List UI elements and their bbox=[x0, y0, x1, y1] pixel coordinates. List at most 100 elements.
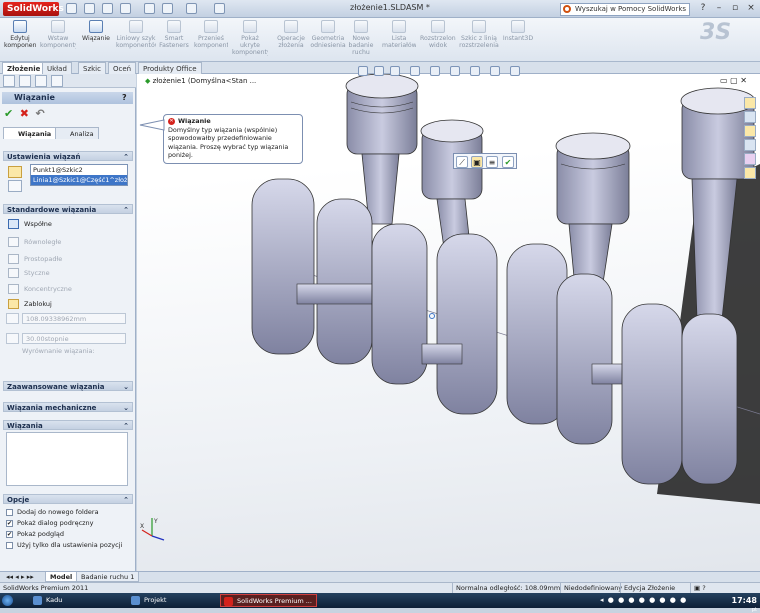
ribbon-button[interactable]: Pokaż ukryte komponenty bbox=[232, 20, 268, 60]
ribbon-button[interactable]: Geometria odniesienia bbox=[310, 20, 346, 60]
home-icon[interactable] bbox=[744, 97, 756, 109]
cancel-button[interactable]: ✖ bbox=[20, 107, 29, 120]
ribbon-button[interactable]: Szkic z linią rozstrzelenia bbox=[458, 20, 500, 60]
appearances-icon[interactable] bbox=[744, 153, 756, 165]
section-selections[interactable]: Ustawienia wiązań ⌃ bbox=[3, 151, 133, 161]
scene-icon[interactable] bbox=[510, 66, 520, 76]
solidworks-logo[interactable]: SolidWorks bbox=[3, 2, 64, 16]
mate-parallel[interactable]: Równoległe bbox=[6, 235, 61, 249]
ribbon-button[interactable]: Lista materiałów bbox=[382, 20, 416, 60]
feature-tree-icon[interactable] bbox=[3, 75, 15, 87]
maximize-button[interactable]: ▫ bbox=[728, 3, 742, 15]
zoom-fit-icon[interactable] bbox=[358, 66, 368, 76]
library-icon[interactable] bbox=[744, 111, 756, 123]
angle-field[interactable]: 30.00stopnie bbox=[22, 333, 126, 344]
tab-motion-study[interactable]: Badanie ruchu 1 bbox=[76, 572, 140, 582]
previous-view-icon[interactable] bbox=[390, 66, 400, 76]
crank-throw-1[interactable] bbox=[251, 178, 373, 365]
mate-coincident[interactable]: Współne bbox=[6, 217, 52, 231]
section-mechanical-mates[interactable]: Wiązania mechaniczne ⌄ bbox=[3, 402, 133, 412]
ribbon-button[interactable]: Edytuj komponent bbox=[4, 20, 36, 60]
mate-perpendicular[interactable]: Prostopadłe bbox=[6, 252, 62, 266]
crank-throw-3[interactable] bbox=[506, 243, 633, 445]
custom-properties-icon[interactable] bbox=[744, 167, 756, 179]
breadcrumb[interactable]: ◆ złożenie1 (Domyślna<Stan ... bbox=[145, 77, 256, 85]
configuration-icon[interactable] bbox=[35, 75, 47, 87]
file-explorer-icon[interactable] bbox=[744, 125, 756, 137]
clock[interactable]: 17:48 pt bbox=[732, 593, 757, 613]
ribbon-button[interactable]: Instant3D bbox=[502, 20, 534, 60]
save-icon[interactable] bbox=[144, 3, 155, 14]
coincident-icon[interactable]: ⟋ bbox=[456, 156, 468, 168]
ribbon-button[interactable]: Smart Fasteners bbox=[158, 20, 190, 60]
checkbox[interactable] bbox=[6, 542, 13, 549]
taskbar-item-solidworks[interactable]: SolidWorks Premium ... bbox=[220, 594, 317, 607]
undo-icon[interactable] bbox=[120, 3, 131, 14]
checkbox[interactable]: ✔ bbox=[6, 520, 13, 527]
tab-2[interactable]: Szkic bbox=[78, 62, 106, 74]
mate-tangent[interactable]: Styczne bbox=[6, 266, 50, 280]
mates-list[interactable] bbox=[6, 432, 128, 486]
taskbar-item-project[interactable]: Projekt bbox=[128, 594, 166, 607]
tab-4[interactable]: Produkty Office bbox=[138, 62, 202, 74]
print-icon[interactable] bbox=[102, 3, 113, 14]
mate-concentric[interactable]: Koncentryczne bbox=[6, 282, 72, 296]
start-button[interactable] bbox=[2, 595, 13, 606]
option-add-to-folder[interactable]: Dodaj do nowego foldera bbox=[6, 507, 99, 518]
tab-0[interactable]: Złożenie bbox=[2, 62, 46, 74]
tab-analysis[interactable]: Analiza bbox=[55, 127, 99, 139]
undo-icon[interactable]: ↶ bbox=[36, 107, 45, 120]
section-view-icon[interactable] bbox=[410, 66, 420, 76]
ribbon-button[interactable]: Nowe badanie ruchu bbox=[346, 20, 376, 60]
mate-lock[interactable]: Zablokuj bbox=[6, 297, 52, 311]
ribbon-button[interactable]: Liniowy szyk komponentów bbox=[116, 20, 156, 60]
ok-icon[interactable]: ✔ bbox=[502, 156, 514, 168]
option-show-preview[interactable]: ✔ Pokaż podgląd bbox=[6, 529, 64, 540]
help-icon[interactable]: ? bbox=[696, 3, 710, 15]
zoom-area-icon[interactable] bbox=[374, 66, 384, 76]
tab-model[interactable]: Model bbox=[45, 572, 78, 582]
search-input[interactable]: Wyszukaj w Pomocy SolidWorks bbox=[560, 3, 690, 16]
section-mates[interactable]: Wiązania ⌃ bbox=[3, 420, 133, 430]
search-results-icon[interactable] bbox=[744, 139, 756, 151]
rebuild-icon[interactable] bbox=[162, 3, 173, 14]
display-style-icon[interactable] bbox=[450, 66, 460, 76]
tab-scroll-arrows[interactable]: ◂◂ ◂ ▸ ▸▸ bbox=[6, 573, 34, 581]
new-icon[interactable] bbox=[66, 3, 77, 14]
system-tray[interactable]: ◂ ● ● ● ● ● ● ● ● bbox=[600, 595, 720, 606]
close-button[interactable]: × bbox=[744, 3, 758, 15]
ribbon-button[interactable]: Rozstrzelony widok bbox=[420, 20, 456, 60]
distance-field[interactable]: 108.09338962mm bbox=[22, 313, 126, 324]
list-item[interactable]: Linia1@Szkic1@Część1^złożeni bbox=[31, 175, 127, 185]
appearance-icon[interactable] bbox=[490, 66, 500, 76]
help-button[interactable]: ? bbox=[122, 93, 127, 102]
minimize-button[interactable]: – bbox=[712, 3, 726, 15]
open-icon[interactable] bbox=[84, 3, 95, 14]
checkbox[interactable] bbox=[6, 509, 13, 516]
crank-throw-4[interactable] bbox=[621, 303, 738, 485]
tab-3[interactable]: Oceń bbox=[108, 62, 137, 74]
view-orientation-icon[interactable] bbox=[430, 66, 440, 76]
parallel-icon[interactable]: ≡ bbox=[486, 156, 498, 168]
sketch-point[interactable] bbox=[429, 313, 435, 319]
tab-mates[interactable]: Wiązania bbox=[3, 127, 57, 139]
selection-list[interactable]: Punkt1@Szkic2 Linia1@Szkic1@Część1^złoże… bbox=[30, 164, 128, 186]
option-show-popup[interactable]: ✔ Pokaż dialog podręczny bbox=[6, 518, 94, 529]
section-advanced-mates[interactable]: Zaawansowane wiązania ⌄ bbox=[3, 381, 133, 391]
section-standard-mates[interactable]: Standardowe wiązania ⌃ bbox=[3, 204, 133, 214]
ribbon-button[interactable]: Przenieś komponent bbox=[194, 20, 228, 60]
tab-1[interactable]: Układ bbox=[42, 62, 72, 74]
crank-throw-2[interactable] bbox=[371, 223, 498, 415]
hide-show-icon[interactable] bbox=[470, 66, 480, 76]
list-item[interactable]: Punkt1@Szkic2 bbox=[31, 165, 127, 175]
ribbon-button[interactable]: Wiązanie bbox=[80, 20, 112, 60]
ribbon-button[interactable]: Wstaw komponenty bbox=[40, 20, 76, 60]
display-manager-icon[interactable] bbox=[51, 75, 63, 87]
taskbar-item-kadu[interactable]: Kadu bbox=[30, 594, 62, 607]
lock-icon[interactable]: ▣ bbox=[471, 156, 483, 168]
property-manager-icon[interactable] bbox=[19, 75, 31, 87]
select-icon[interactable] bbox=[186, 3, 197, 14]
viewport-window-controls[interactable]: ▭ ▢ ✕ bbox=[720, 76, 747, 85]
section-options[interactable]: Opcje ⌃ bbox=[3, 494, 133, 504]
options-icon[interactable] bbox=[214, 3, 225, 14]
